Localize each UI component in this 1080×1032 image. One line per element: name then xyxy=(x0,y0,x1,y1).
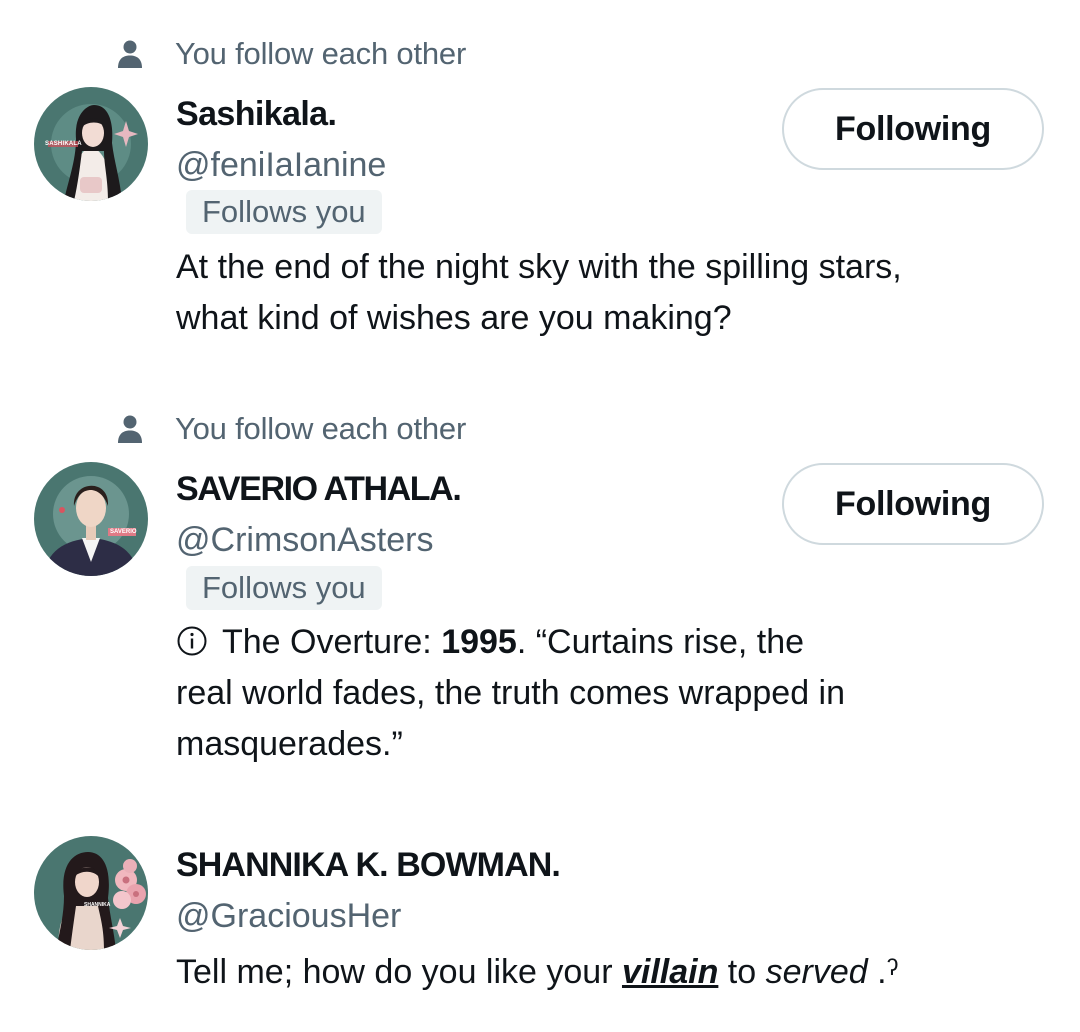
following-button[interactable]: Following xyxy=(782,463,1044,545)
user-name[interactable]: Sashikala. xyxy=(176,95,337,134)
user-cell-saverio[interactable]: You follow each other SAVERIO SAVERIO AT… xyxy=(0,408,1080,778)
social-context: You follow each other xyxy=(115,409,466,449)
bio-line: Tell me; how do you like your villain to… xyxy=(176,947,1046,998)
avatar-image xyxy=(34,462,148,576)
bio-line: The Overture: 1995. “Curtains rise, the xyxy=(176,617,1046,668)
user-handle[interactable]: @feniIaIanine xyxy=(176,146,386,185)
avatar[interactable]: SAVERIO xyxy=(34,462,148,576)
user-bio: Tell me; how do you like your villain to… xyxy=(176,947,1046,998)
bio-villain: villain xyxy=(621,953,719,991)
user-bio: At the end of the night sky with the spi… xyxy=(176,242,1046,344)
bio-text: Tell me; how do you like your xyxy=(176,953,622,991)
bio-text: The Overture: xyxy=(222,623,442,661)
user-handle[interactable]: @GraciousHer xyxy=(176,897,401,936)
user-cell-shannika[interactable]: SHANNIKA SHANNIKA K. BOWMAN. @GraciousHe… xyxy=(0,836,1080,1032)
bio-line: masquerades.” xyxy=(176,725,403,763)
user-name[interactable]: SHANNIKA K. BOWMAN. xyxy=(176,846,561,885)
user-cell-sashikala[interactable]: You follow each other SASHIKALA Sashikal… xyxy=(0,33,1080,353)
person-icon xyxy=(118,415,142,443)
bio-text: . “Curtains rise, the xyxy=(516,623,805,661)
social-context-label: You follow each other xyxy=(175,36,467,71)
user-bio: The Overture: 1995. “Curtains rise, the … xyxy=(176,617,1046,770)
social-context: You follow each other xyxy=(115,34,466,74)
user-list: You follow each other SASHIKALA Sashikal… xyxy=(0,0,1080,1032)
avatar[interactable]: SASHIKALA xyxy=(34,87,148,201)
avatar-text: SASHIKALA xyxy=(45,141,82,147)
following-button[interactable]: Following xyxy=(782,88,1044,170)
info-circle-icon xyxy=(177,626,207,656)
person-icon xyxy=(118,40,142,68)
follows-you-badge: Follows you xyxy=(186,190,382,234)
user-name[interactable]: SAVERIO ATHALA. xyxy=(176,470,462,509)
user-handle[interactable]: @CrimsonAsters xyxy=(176,521,433,560)
avatar[interactable]: SHANNIKA xyxy=(34,836,148,950)
bio-line: At the end of the night sky with the spi… xyxy=(176,248,902,286)
avatar-text: SHANNIKA xyxy=(84,902,111,908)
bio-year: 1995 xyxy=(441,623,517,661)
follows-you-badge: Follows you xyxy=(186,566,382,610)
bio-served: served xyxy=(765,953,868,991)
avatar-image xyxy=(34,836,148,950)
social-context-label: You follow each other xyxy=(175,411,467,446)
bio-line: what kind of wishes are you making? xyxy=(176,299,732,337)
bio-text: to xyxy=(718,953,766,991)
avatar-text: SAVERIO xyxy=(110,529,137,535)
bio-line: real world fades, the truth comes wrappe… xyxy=(176,674,846,712)
bio-text: .ˀ xyxy=(867,953,899,991)
